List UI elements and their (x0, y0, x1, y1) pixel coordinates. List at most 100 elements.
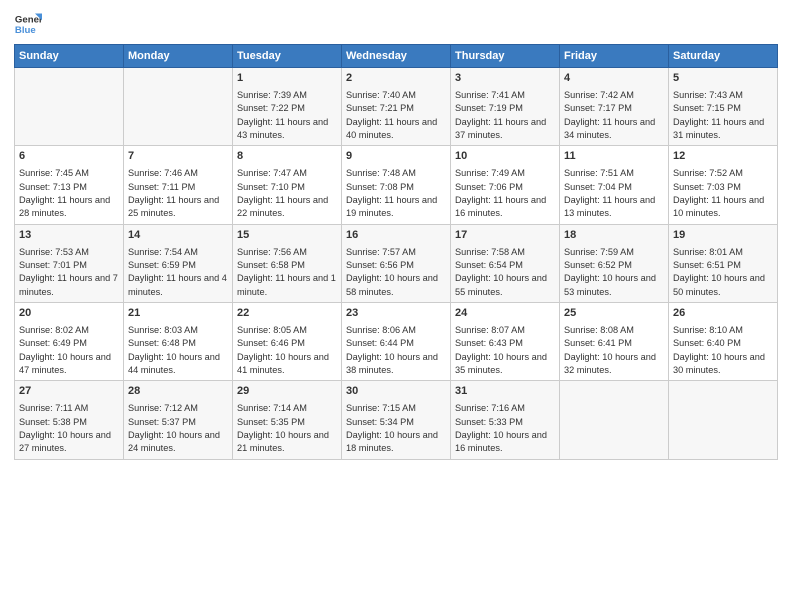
sunrise-text: Sunrise: 8:03 AM (128, 325, 198, 335)
sunset-text: Sunset: 7:11 PM (128, 182, 195, 192)
daylight-text: Daylight: 10 hours and 47 minutes. (19, 352, 111, 375)
sunset-text: Sunset: 7:03 PM (673, 182, 741, 192)
daylight-text: Daylight: 10 hours and 41 minutes. (237, 352, 329, 375)
day-number: 19 (673, 228, 773, 244)
daylight-text: Daylight: 10 hours and 18 minutes. (346, 430, 438, 453)
day-number: 29 (237, 384, 337, 400)
sunset-text: Sunset: 6:41 PM (564, 338, 632, 348)
day-number: 18 (564, 228, 664, 244)
cell-content: 31Sunrise: 7:16 AMSunset: 5:33 PMDayligh… (455, 384, 555, 455)
calendar-cell: 25Sunrise: 8:08 AMSunset: 6:41 PMDayligh… (560, 302, 669, 380)
daylight-text: Daylight: 10 hours and 27 minutes. (19, 430, 111, 453)
daylight-text: Daylight: 10 hours and 16 minutes. (455, 430, 547, 453)
weekday-header: Wednesday (342, 45, 451, 68)
sunrise-text: Sunrise: 7:53 AM (19, 247, 89, 257)
weekday-header: Saturday (669, 45, 778, 68)
daylight-text: Daylight: 11 hours and 1 minute. (237, 273, 336, 296)
day-number: 11 (564, 149, 664, 165)
cell-content: 4Sunrise: 7:42 AMSunset: 7:17 PMDaylight… (564, 71, 664, 142)
day-number: 10 (455, 149, 555, 165)
logo-icon: General Blue (14, 10, 42, 38)
calendar-cell: 24Sunrise: 8:07 AMSunset: 6:43 PMDayligh… (451, 302, 560, 380)
daylight-text: Daylight: 11 hours and 28 minutes. (19, 195, 110, 218)
calendar-cell (15, 68, 124, 146)
calendar-cell: 28Sunrise: 7:12 AMSunset: 5:37 PMDayligh… (124, 381, 233, 459)
sunrise-text: Sunrise: 7:46 AM (128, 168, 198, 178)
cell-content: 25Sunrise: 8:08 AMSunset: 6:41 PMDayligh… (564, 306, 664, 377)
sunrise-text: Sunrise: 7:14 AM (237, 403, 307, 413)
calendar-cell: 29Sunrise: 7:14 AMSunset: 5:35 PMDayligh… (233, 381, 342, 459)
cell-content: 11 Sunrise: 7:51 AM Sunset: 7:04 PM Dayligh… (564, 149, 664, 220)
sunset-text: Sunset: 7:10 PM (237, 182, 305, 192)
calendar-cell (669, 381, 778, 459)
sunset-text: Sunset: 7:06 PM (455, 182, 523, 192)
calendar-week-row: 20Sunrise: 8:02 AMSunset: 6:49 PMDayligh… (15, 302, 778, 380)
calendar-cell: 23Sunrise: 8:06 AMSunset: 6:44 PMDayligh… (342, 302, 451, 380)
calendar-cell: 8Sunrise: 7:47 AMSunset: 7:10 PMDaylight… (233, 146, 342, 224)
calendar-header: SundayMondayTuesdayWednesdayThursdayFrid… (15, 45, 778, 68)
sunset-text: Sunset: 5:37 PM (128, 417, 196, 427)
cell-content: 1Sunrise: 7:39 AMSunset: 7:22 PMDaylight… (237, 71, 337, 142)
sunrise-text: Sunrise: 7:16 AM (455, 403, 525, 413)
calendar-week-row: 1Sunrise: 7:39 AMSunset: 7:22 PMDaylight… (15, 68, 778, 146)
day-number: 27 (19, 384, 119, 400)
sunset-text: Sunset: 7:01 PM (19, 260, 87, 270)
cell-content: 13Sunrise: 7:53 AMSunset: 7:01 PMDayligh… (19, 228, 119, 299)
sunset-text: Sunset: 7:04 PM (564, 182, 632, 192)
sunset-text: Sunset: 7:22 PM (237, 103, 305, 113)
sunrise-text: Sunrise: 7:11 AM (19, 403, 88, 413)
sunset-text: Sunset: 6:46 PM (237, 338, 305, 348)
daylight-text: Daylight: 11 hours and 13 minutes. (564, 195, 655, 218)
calendar-cell: 20Sunrise: 8:02 AMSunset: 6:49 PMDayligh… (15, 302, 124, 380)
day-number: 12 (673, 149, 773, 165)
sunrise-text: Sunrise: 8:08 AM (564, 325, 634, 335)
sunset-text: Sunset: 6:54 PM (455, 260, 523, 270)
calendar-cell: 30Sunrise: 7:15 AMSunset: 5:34 PMDayligh… (342, 381, 451, 459)
daylight-text: Daylight: 11 hours and 19 minutes. (346, 195, 437, 218)
daylight-text: Daylight: 11 hours and 34 minutes. (564, 117, 655, 140)
calendar-cell: 11 Sunrise: 7:51 AM Sunset: 7:04 PM Dayligh… (560, 146, 669, 224)
daylight-text: Daylight: 11 hours and 22 minutes. (237, 195, 328, 218)
day-number: 26 (673, 306, 773, 322)
sunset-text: Sunset: 6:48 PM (128, 338, 196, 348)
calendar-week-row: 6Sunrise: 7:45 AMSunset: 7:13 PMDaylight… (15, 146, 778, 224)
calendar-cell: 7Sunrise: 7:46 AMSunset: 7:11 PMDaylight… (124, 146, 233, 224)
calendar-cell: 21Sunrise: 8:03 AMSunset: 6:48 PMDayligh… (124, 302, 233, 380)
sunrise-text: Sunrise: 7:49 AM (455, 168, 525, 178)
sunrise-text: Sunrise: 8:05 AM (237, 325, 307, 335)
sunrise-text: Sunrise: 7:43 AM (673, 90, 743, 100)
day-number: 9 (346, 149, 446, 165)
calendar-cell: 27Sunrise: 7:11 AMSunset: 5:38 PMDayligh… (15, 381, 124, 459)
day-number: 7 (128, 149, 228, 165)
daylight-text: Daylight: 10 hours and 55 minutes. (455, 273, 547, 296)
calendar-cell (560, 381, 669, 459)
calendar-cell: 16Sunrise: 7:57 AMSunset: 6:56 PMDayligh… (342, 224, 451, 302)
sunrise-text: Sunrise: 8:10 AM (673, 325, 743, 335)
cell-content: 19Sunrise: 8:01 AMSunset: 6:51 PMDayligh… (673, 228, 773, 299)
calendar-cell: 19Sunrise: 8:01 AMSunset: 6:51 PMDayligh… (669, 224, 778, 302)
cell-content: 28Sunrise: 7:12 AMSunset: 5:37 PMDayligh… (128, 384, 228, 455)
header: General Blue (14, 10, 778, 38)
daylight-text: Daylight: 11 hours and 40 minutes. (346, 117, 437, 140)
cell-content: 23Sunrise: 8:06 AMSunset: 6:44 PMDayligh… (346, 306, 446, 377)
calendar-cell (124, 68, 233, 146)
calendar-cell: 10Sunrise: 7:49 AMSunset: 7:06 PMDayligh… (451, 146, 560, 224)
sunrise-text: Sunrise: 7:51 AM (564, 168, 634, 178)
daylight-text: Daylight: 10 hours and 30 minutes. (673, 352, 765, 375)
daylight-text: Daylight: 10 hours and 38 minutes. (346, 352, 438, 375)
calendar-cell: 12Sunrise: 7:52 AMSunset: 7:03 PMDayligh… (669, 146, 778, 224)
calendar-cell: 13Sunrise: 7:53 AMSunset: 7:01 PMDayligh… (15, 224, 124, 302)
cell-content: 21Sunrise: 8:03 AMSunset: 6:48 PMDayligh… (128, 306, 228, 377)
day-number: 21 (128, 306, 228, 322)
day-number: 22 (237, 306, 337, 322)
sunset-text: Sunset: 7:21 PM (346, 103, 414, 113)
day-number: 25 (564, 306, 664, 322)
weekday-header: Thursday (451, 45, 560, 68)
calendar-cell: 18Sunrise: 7:59 AMSunset: 6:52 PMDayligh… (560, 224, 669, 302)
day-number: 15 (237, 228, 337, 244)
cell-content: 16Sunrise: 7:57 AMSunset: 6:56 PMDayligh… (346, 228, 446, 299)
calendar-cell: 4Sunrise: 7:42 AMSunset: 7:17 PMDaylight… (560, 68, 669, 146)
daylight-text: Daylight: 10 hours and 24 minutes. (128, 430, 220, 453)
day-number: 28 (128, 384, 228, 400)
cell-content: 29Sunrise: 7:14 AMSunset: 5:35 PMDayligh… (237, 384, 337, 455)
